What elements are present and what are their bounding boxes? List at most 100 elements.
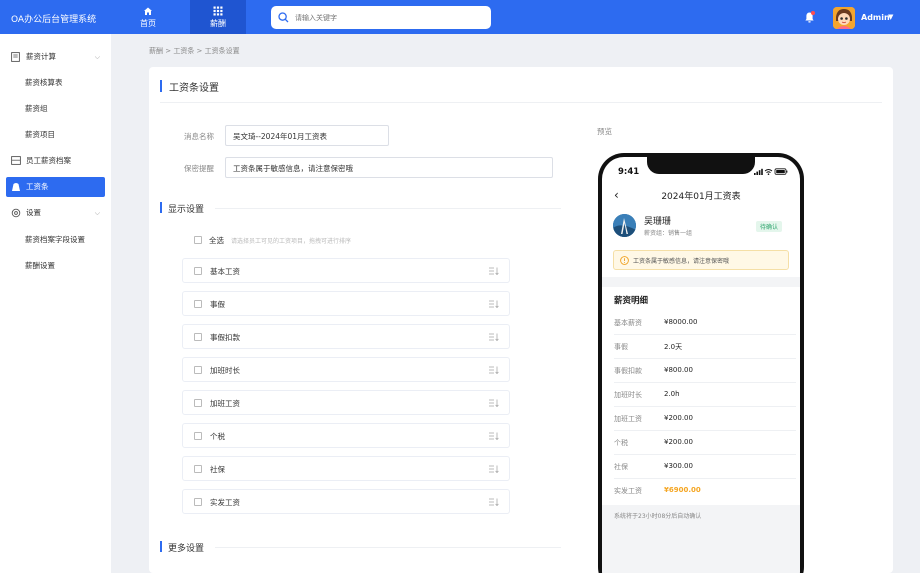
sidebar-item-label: 薪资档案字段设置: [25, 235, 85, 244]
salary-item-value: 2.0天: [664, 343, 683, 351]
salary-row: 事假 2.0天: [614, 335, 796, 359]
salary-row: 事假扣款 ¥800.00: [614, 359, 796, 383]
sidebar-item-salary-items[interactable]: 薪资项目: [0, 125, 111, 145]
field-label: 实发工资: [210, 498, 240, 507]
chevron-down-icon: ⌵: [94, 53, 100, 61]
select-all-checkbox[interactable]: [194, 236, 202, 244]
nav-salary[interactable]: 薪酬: [190, 0, 246, 34]
section-divider: [215, 208, 561, 209]
message-name-input[interactable]: 吴文琦--2024年01月工资表: [225, 125, 389, 146]
field-row[interactable]: 基本工资: [182, 258, 510, 283]
field-label: 个税: [210, 432, 225, 441]
salary-item-label: 加班时长: [614, 391, 642, 399]
drag-sort-icon[interactable]: [489, 333, 499, 341]
field-label: 加班工资: [210, 399, 240, 408]
settings-icon: [11, 208, 21, 218]
field-checkbox[interactable]: [194, 399, 202, 407]
salary-detail-title: 薪资明细: [614, 296, 649, 306]
sidebar-item-employee-archive[interactable]: 员工薪资档案: [0, 151, 111, 171]
drag-sort-icon[interactable]: [489, 498, 499, 506]
salary-item-value: 2.0h: [664, 390, 680, 398]
notification-bell[interactable]: [805, 11, 815, 25]
drag-sort-icon[interactable]: [489, 300, 499, 308]
salary-item-label: 实发工资: [614, 487, 642, 495]
drag-sort-icon[interactable]: [489, 399, 499, 407]
app-title: OA办公后台管理系统: [11, 15, 97, 25]
sidebar-item-label: 工资条: [26, 182, 49, 191]
field-row[interactable]: 社保: [182, 456, 510, 481]
field-row[interactable]: 加班时长: [182, 357, 510, 382]
field-checkbox[interactable]: [194, 267, 202, 275]
payslip-icon: [12, 183, 20, 191]
message-name-label: 消息名称: [184, 132, 214, 141]
field-row[interactable]: 事假: [182, 291, 510, 316]
notification-dot: [811, 11, 815, 15]
sidebar-item-label: 薪资项目: [25, 130, 55, 139]
search-input[interactable]: [295, 10, 480, 25]
salary-item-label: 个税: [614, 439, 628, 447]
user-avatar[interactable]: [833, 7, 855, 29]
sidebar-item-salary-sheet[interactable]: 薪资核算表: [0, 73, 111, 93]
avatar-image: [833, 7, 855, 29]
auto-confirm-footer: 系统将于23小时08分后自动确认: [602, 505, 800, 573]
section-divider: [215, 547, 561, 548]
search-icon: [278, 12, 289, 23]
field-checkbox[interactable]: [194, 498, 202, 506]
employee-name: 吴珊珊: [644, 217, 672, 227]
caret-down-icon[interactable]: ▼: [888, 13, 893, 21]
signal-wifi-battery-icon: [754, 168, 788, 175]
field-label: 社保: [210, 465, 225, 474]
salary-row: 加班工资 ¥200.00: [614, 407, 796, 431]
top-bar: OA办公后台管理系统 首页 薪酬 Admin ▼: [0, 0, 920, 34]
field-row[interactable]: 个税: [182, 423, 510, 448]
field-checkbox[interactable]: [194, 465, 202, 473]
field-checkbox[interactable]: [194, 333, 202, 341]
sidebar-item-payslip[interactable]: 工资条: [6, 177, 105, 197]
salary-row: 个税 ¥200.00: [614, 431, 796, 455]
field-label: 事假: [210, 300, 225, 309]
sidebar-item-label: 薪资计算: [26, 52, 56, 61]
salary-item-label: 基本薪资: [614, 319, 642, 327]
drag-sort-icon[interactable]: [489, 465, 499, 473]
privacy-reminder-label: 保密提醒: [184, 164, 214, 173]
sidebar-item-salary-calc[interactable]: 薪资计算 ⌵: [0, 47, 111, 67]
field-checkbox[interactable]: [194, 366, 202, 374]
user-name[interactable]: Admin: [861, 13, 890, 22]
salary-row: 加班时长 2.0h: [614, 383, 796, 407]
phone-screen: 9:41 ‹ 2024年01月工资表 吴珊珊 薪资组：销售一组 待确认 工资条属…: [602, 157, 800, 573]
search-box[interactable]: [271, 6, 491, 29]
salary-item-value: ¥800.00: [664, 366, 693, 374]
sidebar-item-salary-group[interactable]: 薪资组: [0, 99, 111, 119]
select-all-label[interactable]: 全选: [209, 235, 224, 246]
warning-icon: [620, 256, 629, 265]
field-row[interactable]: 实发工资: [182, 489, 510, 514]
auto-confirm-text: 系统将于23小时08分后自动确认: [614, 513, 702, 520]
phone-preview: 9:41 ‹ 2024年01月工资表 吴珊珊 薪资组：销售一组 待确认 工资条属…: [598, 153, 804, 573]
field-label: 事假扣款: [210, 333, 240, 342]
select-all-hint: 请选择员工可见的工资项目，拖拽可进行排序: [231, 238, 352, 245]
salary-row: 社保 ¥300.00: [614, 455, 796, 479]
salary-item-label: 社保: [614, 463, 628, 471]
drag-sort-icon[interactable]: [489, 366, 499, 374]
sidebar-item-settings[interactable]: 设置 ⌵: [0, 203, 111, 223]
drag-sort-icon[interactable]: [489, 267, 499, 275]
field-row[interactable]: 事假扣款: [182, 324, 510, 349]
sidebar-item-salary-settings[interactable]: 薪酬设置: [0, 256, 111, 276]
section-gap: [602, 277, 800, 287]
privacy-reminder-input[interactable]: 工资条属于敏感信息，请注意保密哦: [225, 157, 553, 178]
field-row[interactable]: 加班工资: [182, 390, 510, 415]
salary-item-label: 事假扣款: [614, 367, 642, 375]
field-checkbox[interactable]: [194, 432, 202, 440]
nav-home[interactable]: 首页: [120, 0, 176, 34]
drag-sort-icon[interactable]: [489, 432, 499, 440]
more-settings-title: 更多设置: [160, 541, 204, 554]
display-settings-title: 显示设置: [160, 202, 204, 215]
archive-icon: [11, 156, 21, 165]
field-checkbox[interactable]: [194, 300, 202, 308]
salary-item-label: 加班工资: [614, 415, 642, 423]
salary-item-value: ¥8000.00: [664, 318, 698, 326]
payslip-title: 2024年01月工资表: [661, 192, 741, 202]
sidebar-item-archive-field-settings[interactable]: 薪资档案字段设置: [0, 230, 111, 250]
status-badge: 待确认: [756, 221, 783, 232]
sidebar-item-label: 薪资组: [25, 104, 48, 113]
